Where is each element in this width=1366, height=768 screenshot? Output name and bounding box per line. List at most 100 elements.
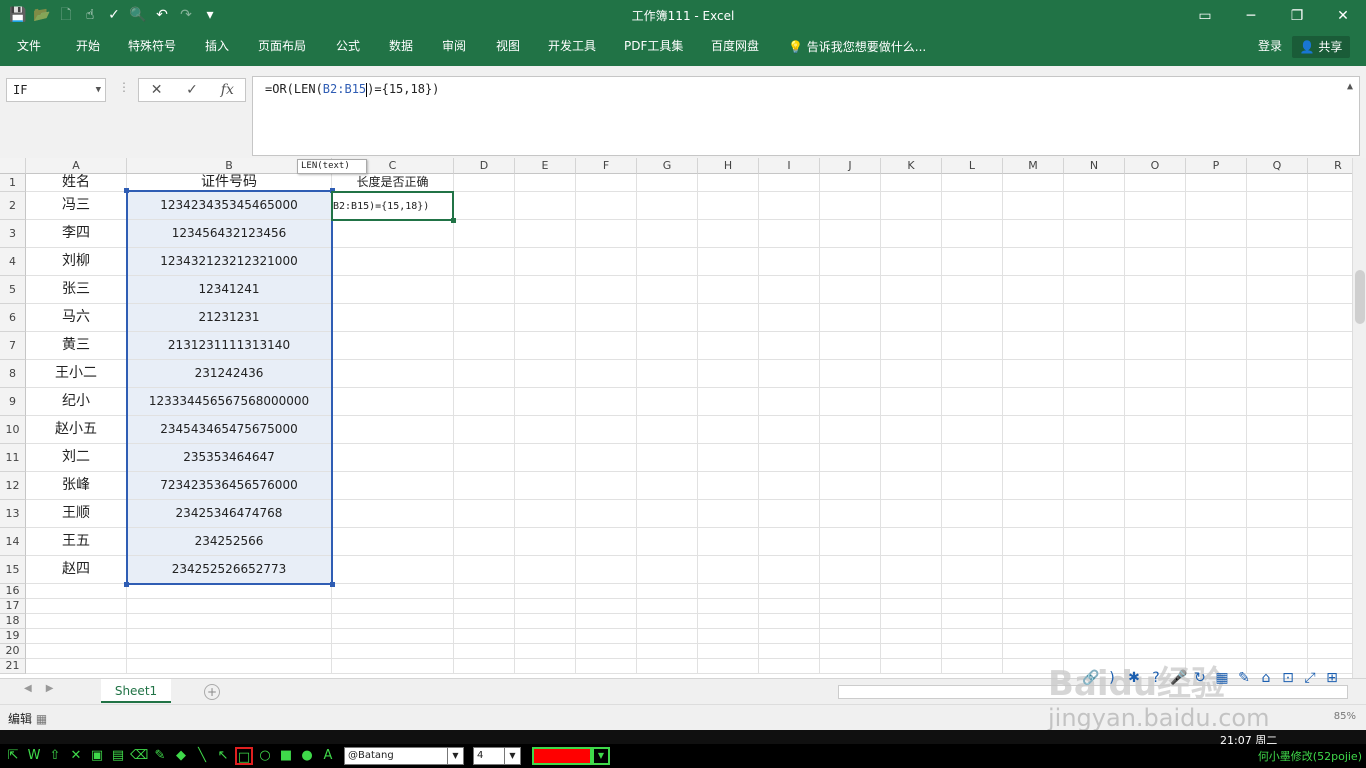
empty-cell[interactable] <box>942 659 1003 674</box>
empty-cell[interactable] <box>942 500 1003 528</box>
table-icon[interactable]: ▦ <box>1214 670 1230 686</box>
row-header-11[interactable]: 11 <box>0 444 26 472</box>
empty-cell[interactable] <box>698 500 759 528</box>
empty-cell[interactable] <box>332 472 454 500</box>
empty-cell[interactable] <box>759 360 820 388</box>
tab-file[interactable]: 文件 <box>17 32 41 60</box>
chevron-down-icon[interactable]: ▼ <box>447 748 463 764</box>
empty-cell[interactable] <box>332 388 454 416</box>
empty-cell[interactable] <box>942 332 1003 360</box>
empty-cell[interactable] <box>454 629 515 644</box>
cell-id-number[interactable]: 123432123212321000 <box>127 248 332 276</box>
empty-cell[interactable] <box>1064 248 1125 276</box>
empty-cell[interactable] <box>637 444 698 472</box>
eraser-icon[interactable]: ⌫ <box>130 747 148 765</box>
empty-cell[interactable] <box>698 556 759 584</box>
empty-cell[interactable] <box>1186 174 1247 192</box>
column-header-j[interactable]: J <box>820 158 881 174</box>
empty-cell[interactable] <box>1003 332 1064 360</box>
empty-cell[interactable] <box>698 360 759 388</box>
empty-cell[interactable] <box>1247 416 1308 444</box>
empty-cell[interactable] <box>881 332 942 360</box>
formula-input[interactable]: =OR(LEN(B2:B15)={15,18}) ▲ <box>252 76 1360 156</box>
column-header-k[interactable]: K <box>881 158 942 174</box>
empty-cell[interactable] <box>1186 599 1247 614</box>
tell-me-box[interactable]: 💡 告诉我您想要做什么... <box>788 32 926 62</box>
empty-cell[interactable] <box>1125 332 1186 360</box>
empty-cell[interactable] <box>637 629 698 644</box>
empty-cell[interactable] <box>698 174 759 192</box>
empty-cell[interactable] <box>1125 192 1186 220</box>
column-header-q[interactable]: Q <box>1247 158 1308 174</box>
empty-cell[interactable] <box>637 416 698 444</box>
pen-color-select[interactable]: ▼ <box>532 747 610 765</box>
empty-cell[interactable] <box>881 644 942 659</box>
cell-id-number[interactable]: 123456432123456 <box>127 220 332 248</box>
empty-cell[interactable] <box>1186 416 1247 444</box>
ribbon-display-icon[interactable]: ▭ <box>1182 0 1228 32</box>
empty-cell[interactable] <box>1247 276 1308 304</box>
help-icon[interactable]: ? <box>1148 670 1164 686</box>
empty-cell[interactable] <box>881 192 942 220</box>
empty-cell[interactable] <box>1125 388 1186 416</box>
empty-cell[interactable] <box>759 248 820 276</box>
empty-cell[interactable] <box>454 220 515 248</box>
empty-cell[interactable] <box>576 659 637 674</box>
row-header-20[interactable]: 20 <box>0 644 26 659</box>
empty-cell[interactable] <box>1186 276 1247 304</box>
empty-cell[interactable] <box>759 332 820 360</box>
empty-cell[interactable] <box>637 472 698 500</box>
empty-cell[interactable] <box>820 276 881 304</box>
column-header-m[interactable]: M <box>1003 158 1064 174</box>
empty-cell[interactable] <box>454 332 515 360</box>
empty-cell[interactable] <box>1247 556 1308 584</box>
empty-cell[interactable] <box>1247 629 1308 644</box>
empty-cell[interactable] <box>1186 528 1247 556</box>
selection-handle[interactable] <box>330 582 335 587</box>
empty-cell[interactable] <box>1003 388 1064 416</box>
row-header-7[interactable]: 7 <box>0 332 26 360</box>
empty-cell[interactable] <box>637 174 698 192</box>
empty-cell[interactable] <box>881 599 942 614</box>
cell-name[interactable]: 刘柳 <box>26 248 127 276</box>
empty-cell[interactable] <box>820 599 881 614</box>
empty-cell[interactable] <box>1064 304 1125 332</box>
empty-cell[interactable] <box>26 614 127 629</box>
empty-cell[interactable] <box>820 500 881 528</box>
empty-cell[interactable] <box>881 629 942 644</box>
empty-cell[interactable] <box>637 360 698 388</box>
column-header-d[interactable]: D <box>454 158 515 174</box>
row-header-19[interactable]: 19 <box>0 629 26 644</box>
empty-cell[interactable] <box>454 500 515 528</box>
empty-cell[interactable] <box>1064 276 1125 304</box>
empty-cell[interactable] <box>1247 500 1308 528</box>
empty-cell[interactable] <box>576 332 637 360</box>
cell-id-number[interactable]: 234252526652773 <box>127 556 332 584</box>
empty-cell[interactable] <box>127 644 332 659</box>
empty-cell[interactable] <box>637 599 698 614</box>
empty-cell[interactable] <box>1186 360 1247 388</box>
row-header-15[interactable]: 15 <box>0 556 26 584</box>
column-header-i[interactable]: I <box>759 158 820 174</box>
column-header-a[interactable]: A <box>26 158 127 174</box>
empty-cell[interactable] <box>127 659 332 674</box>
cell-id-number[interactable]: 123334456567568000000 <box>127 388 332 416</box>
empty-cell[interactable] <box>26 629 127 644</box>
cell-name[interactable]: 刘二 <box>26 444 127 472</box>
empty-cell[interactable] <box>576 192 637 220</box>
empty-cell[interactable] <box>1064 599 1125 614</box>
empty-cell[interactable] <box>515 659 576 674</box>
fill-icon[interactable]: ◆ <box>172 747 190 765</box>
sheet-tab-sheet1[interactable]: Sheet1 <box>101 679 171 703</box>
empty-cell[interactable] <box>454 174 515 192</box>
empty-cell[interactable] <box>698 629 759 644</box>
line-icon[interactable]: ╲ <box>193 747 211 765</box>
empty-cell[interactable] <box>1064 332 1125 360</box>
empty-cell[interactable] <box>820 388 881 416</box>
empty-cell[interactable] <box>1125 304 1186 332</box>
empty-cell[interactable] <box>515 388 576 416</box>
empty-cell[interactable] <box>332 599 454 614</box>
empty-cell[interactable] <box>576 304 637 332</box>
empty-cell[interactable] <box>1247 584 1308 599</box>
cell-name[interactable]: 王顺 <box>26 500 127 528</box>
